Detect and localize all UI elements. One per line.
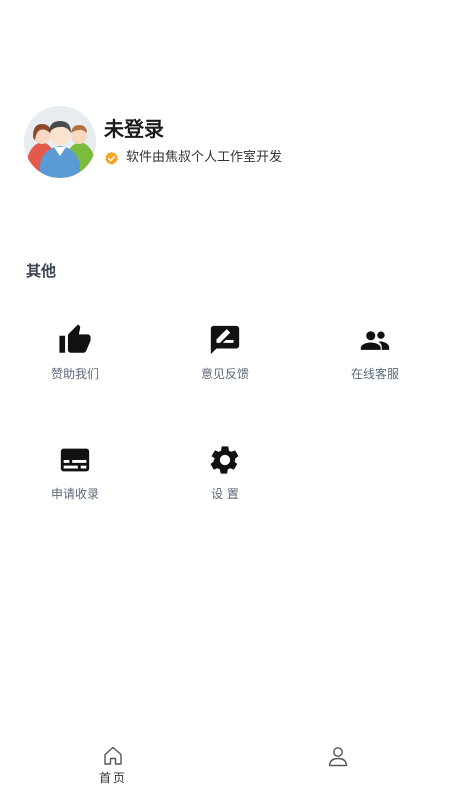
people-icon — [358, 323, 392, 357]
user-icon — [326, 744, 350, 768]
menu-item-customer-service[interactable]: 在线客服 — [325, 323, 425, 393]
bottom-nav: 首页 — [0, 734, 450, 800]
profile-name[interactable]: 未登录 — [104, 116, 164, 142]
home-icon — [101, 744, 125, 768]
thumbs-up-icon — [58, 323, 92, 357]
gear-icon — [208, 443, 242, 477]
profile-description: 软件由焦叔个人工作室开发 — [126, 150, 283, 165]
menu-item-label: 设 置 — [211, 487, 239, 501]
profile-header[interactable]: 未登录 软件由焦叔个人工作室开发 — [24, 106, 424, 178]
subtitles-icon — [58, 443, 92, 477]
screen: 未登录 软件由焦叔个人工作室开发 其他 赞助我们 意见反馈 在线客服 申请收录 … — [0, 0, 450, 800]
nav-profile[interactable] — [288, 742, 388, 794]
menu-item-label: 赞助我们 — [50, 367, 99, 381]
menu-item-label: 在线客服 — [350, 367, 399, 381]
menu-item-feedback[interactable]: 意见反馈 — [175, 323, 275, 393]
feedback-icon — [208, 323, 242, 357]
nav-home[interactable]: 首页 — [63, 742, 163, 794]
menu-item-label: 申请收录 — [50, 487, 99, 501]
profile-subtitle: 软件由焦叔个人工作室开发 — [104, 148, 282, 168]
menu-item-apply-listing[interactable]: 申请收录 — [25, 443, 125, 513]
nav-home-label: 首页 — [98, 771, 127, 785]
menu-item-sponsor[interactable]: 赞助我们 — [25, 323, 125, 393]
section-title-other: 其他 — [26, 262, 57, 280]
menu-item-label: 意见反馈 — [200, 367, 249, 381]
verified-badge-icon — [104, 151, 119, 166]
avatar[interactable] — [24, 106, 96, 178]
menu-item-settings[interactable]: 设 置 — [175, 443, 275, 513]
